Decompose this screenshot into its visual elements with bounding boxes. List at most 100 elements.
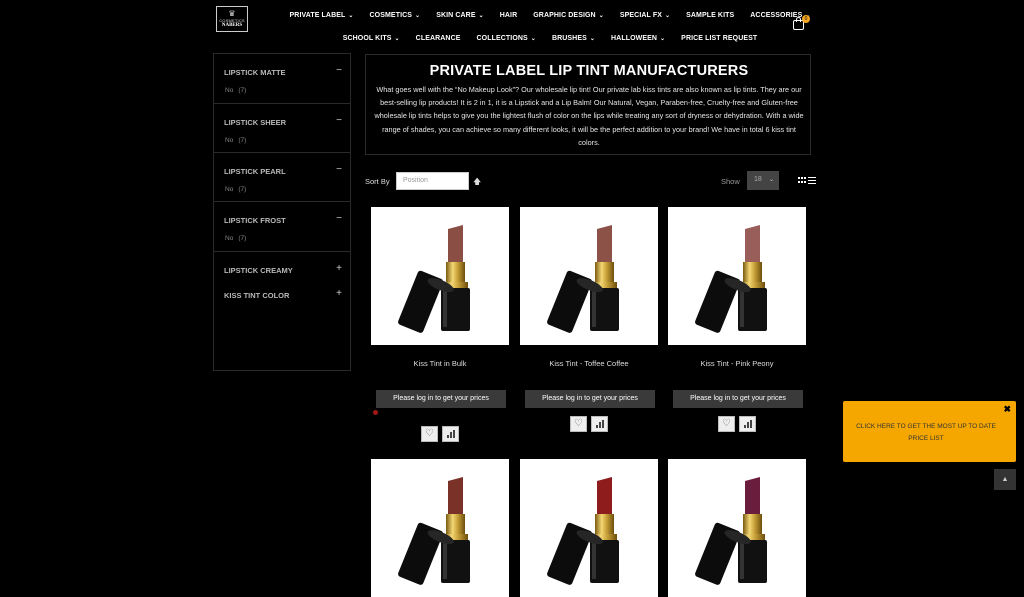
filter-divider xyxy=(214,152,350,153)
price-list-popup-text[interactable]: CLICK HERE TO GET THE MOST UP TO DATE PR… xyxy=(851,421,1001,445)
add-to-wishlist-button[interactable]: ♡ xyxy=(718,416,735,432)
filter-title[interactable]: LIPSTICK MATTE xyxy=(224,68,286,77)
chevron-down-icon: ⌄ xyxy=(768,177,774,183)
nav-item-label: COSMETICS xyxy=(369,12,413,19)
filter-title[interactable]: LIPSTICK PEARL xyxy=(224,167,286,176)
filter-option-count: (7) xyxy=(238,137,247,144)
chevron-down-icon: ⌄ xyxy=(660,36,666,42)
product-image[interactable] xyxy=(520,207,658,345)
nav-item-label: SAMPLE KITS xyxy=(686,12,735,19)
chevron-down-icon: ⌄ xyxy=(589,36,596,42)
product-image[interactable] xyxy=(371,459,509,597)
logo-text-bottom: NABERS xyxy=(221,22,243,28)
crown-icon: ♛ xyxy=(228,8,236,18)
product-image[interactable] xyxy=(371,207,509,345)
nav-item-label: CLEARANCE xyxy=(415,35,461,42)
heart-icon: ♡ xyxy=(425,428,434,439)
nav-item-private-label[interactable]: PRIVATE LABEL ⌄ xyxy=(290,12,354,19)
login-for-price-button[interactable]: Please log in to get your prices xyxy=(673,390,803,408)
price-list-popup[interactable]: ✖ CLICK HERE TO GET THE MOST UP TO DATE … xyxy=(843,401,1016,462)
filter-option[interactable]: No (7) xyxy=(225,137,246,144)
nav-item-label: BRUSHES xyxy=(551,35,587,42)
product-image[interactable] xyxy=(668,207,806,345)
brand-logo[interactable]: ♛ COSMETICS NABERS xyxy=(216,6,248,32)
show-limit-select[interactable]: 18 ⌄ xyxy=(747,171,779,190)
filter-divider xyxy=(214,103,350,104)
filter-title[interactable]: LIPSTICK SHEER xyxy=(224,118,286,127)
chevron-down-icon: ⌄ xyxy=(530,36,536,42)
nav-item-brushes[interactable]: BRUSHES ⌄ xyxy=(552,35,595,42)
nav-item-clearance[interactable]: CLEARANCE xyxy=(416,35,461,42)
nav-item-graphic-design[interactable]: GRAPHIC DESIGN ⌄ xyxy=(533,12,604,19)
sort-by-label: Sort By xyxy=(365,177,390,186)
cart-button[interactable]: 0 xyxy=(793,15,810,30)
compare-chart-icon xyxy=(595,420,604,428)
close-icon[interactable]: ✖ xyxy=(1003,404,1011,415)
filter-option-count: (7) xyxy=(238,87,247,94)
chevron-down-icon: ⌄ xyxy=(394,36,400,42)
chevron-down-icon: ⌄ xyxy=(415,13,421,19)
grid-view-icon[interactable] xyxy=(798,177,806,184)
filter-option-count: (7) xyxy=(238,186,247,193)
status-dot xyxy=(373,410,378,415)
category-description: What goes well with the “No Makeup Look”… xyxy=(374,85,804,147)
add-to-wishlist-button[interactable]: ♡ xyxy=(421,426,438,442)
back-to-top-button[interactable]: ▲ xyxy=(994,469,1016,490)
nav-item-label: GRAPHIC DESIGN xyxy=(533,12,596,19)
collapse-icon[interactable]: − xyxy=(336,165,342,175)
product-name[interactable]: Kiss Tint - Pink Peony xyxy=(668,359,806,368)
nav-item-price-list-request[interactable]: PRICE LIST REQUEST xyxy=(681,35,757,42)
nav-item-label: SPECIAL FX xyxy=(619,12,662,19)
collapse-icon[interactable]: − xyxy=(336,214,342,224)
expand-icon[interactable]: + xyxy=(336,264,342,274)
filter-title[interactable]: LIPSTICK CREAMY xyxy=(224,266,293,275)
filter-divider xyxy=(214,251,350,252)
product-image[interactable] xyxy=(520,459,658,597)
nav-item-label: PRIVATE LABEL xyxy=(289,12,346,19)
filter-option-label: No xyxy=(225,235,234,242)
heart-icon: ♡ xyxy=(722,418,731,429)
login-for-price-button[interactable]: Please log in to get your prices xyxy=(525,390,655,408)
collapse-icon[interactable]: − xyxy=(336,116,342,126)
filter-title[interactable]: LIPSTICK FROST xyxy=(224,216,286,225)
nav-item-halloween[interactable]: HALLOWEEN ⌄ xyxy=(611,35,665,42)
add-to-compare-button[interactable] xyxy=(739,416,756,432)
login-for-price-button[interactable]: Please log in to get your prices xyxy=(376,390,506,408)
list-view-icon[interactable] xyxy=(808,177,816,184)
filter-option[interactable]: No (7) xyxy=(225,87,246,94)
chevron-down-icon: ⌄ xyxy=(348,13,354,19)
sort-by-select[interactable]: Position xyxy=(396,172,469,190)
filter-option[interactable]: No (7) xyxy=(225,235,246,242)
add-to-compare-button[interactable] xyxy=(591,416,608,432)
show-label: Show xyxy=(721,177,740,186)
nav-item-collections[interactable]: COLLECTIONS ⌄ xyxy=(477,35,536,42)
filter-option-count: (7) xyxy=(238,235,247,242)
nav-item-hair[interactable]: HAIR xyxy=(500,12,518,19)
product-name[interactable]: Kiss Tint in Bulk xyxy=(371,359,509,368)
nav-item-skin-care[interactable]: SKIN CARE ⌄ xyxy=(436,12,484,19)
expand-icon[interactable]: + xyxy=(336,289,342,299)
filter-option[interactable]: No (7) xyxy=(225,186,246,193)
filter-divider xyxy=(214,201,350,202)
category-description-box: PRIVATE LABEL LIP TINT MANUFACTURERS Wha… xyxy=(365,54,811,155)
cart-count-badge: 0 xyxy=(802,15,810,23)
filter-title[interactable]: KISS TINT COLOR xyxy=(224,291,289,300)
nav-item-cosmetics[interactable]: COSMETICS ⌄ xyxy=(370,12,421,19)
filter-option-label: No xyxy=(225,87,234,94)
nav-item-label: HALLOWEEN xyxy=(611,35,658,42)
collapse-icon[interactable]: − xyxy=(336,66,342,76)
show-limit-value: 18 xyxy=(754,176,762,183)
filter-option-label: No xyxy=(225,186,234,193)
add-to-compare-button[interactable] xyxy=(442,426,459,442)
product-image[interactable] xyxy=(668,459,806,597)
nav-item-special-fx[interactable]: SPECIAL FX ⌄ xyxy=(620,12,670,19)
heart-icon: ♡ xyxy=(574,418,583,429)
product-name[interactable]: Kiss Tint - Toffee Coffee xyxy=(520,359,658,368)
add-to-wishlist-button[interactable]: ♡ xyxy=(570,416,587,432)
nav-item-sample-kits[interactable]: SAMPLE KITS xyxy=(686,12,734,19)
nav-item-school-kits[interactable]: SCHOOL KITS ⌄ xyxy=(343,35,400,42)
chevron-down-icon: ⌄ xyxy=(478,13,484,19)
compare-chart-icon xyxy=(446,430,455,438)
main-nav-row-1: PRIVATE LABEL ⌄ COSMETICS ⌄ SKIN CARE ⌄ HAIR GR… xyxy=(270,12,830,19)
sort-direction-arrow-icon[interactable]: 🡅 xyxy=(473,176,481,190)
